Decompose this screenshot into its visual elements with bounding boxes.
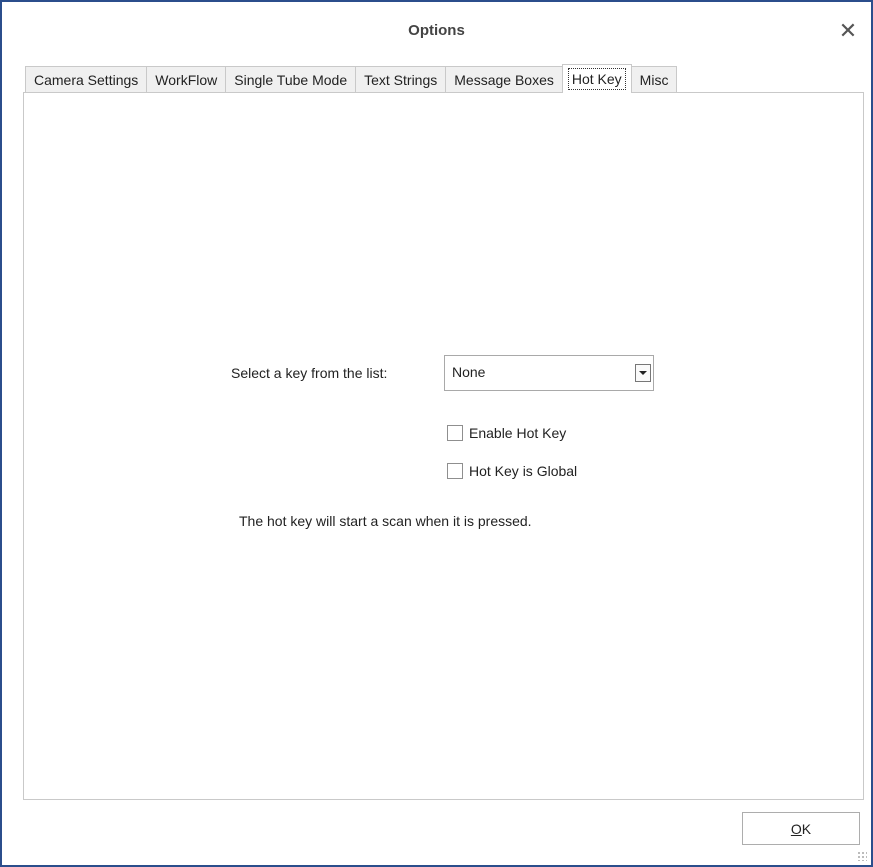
tab-workflow[interactable]: WorkFlow	[146, 66, 227, 93]
title-bar: Options ✕	[2, 2, 871, 60]
tab-message-boxes[interactable]: Message Boxes	[445, 66, 563, 93]
options-dialog: Options ✕ Camera Settings WorkFlow Singl…	[0, 0, 873, 867]
ok-button[interactable]: OK	[742, 812, 860, 845]
hot-key-note: The hot key will start a scan when it is…	[239, 513, 532, 529]
chevron-down-icon[interactable]	[635, 364, 651, 382]
tab-text-strings[interactable]: Text Strings	[355, 66, 447, 93]
tab-single-tube-mode[interactable]: Single Tube Mode	[225, 66, 357, 93]
enable-hot-key-row[interactable]: Enable Hot Key	[447, 425, 566, 441]
resize-grip-icon[interactable]	[857, 851, 867, 861]
hot-key-global-label: Hot Key is Global	[469, 463, 578, 479]
enable-hot-key-checkbox[interactable]	[447, 425, 463, 441]
key-select-value: None	[452, 364, 486, 380]
key-select-dropdown[interactable]: None	[444, 355, 654, 391]
tab-hot-key[interactable]: Hot Key	[561, 64, 632, 93]
ok-mnemonic: O	[790, 820, 802, 837]
window-title: Options	[408, 22, 465, 39]
enable-hot-key-label: Enable Hot Key	[469, 425, 567, 441]
tab-camera-settings[interactable]: Camera Settings	[25, 66, 148, 93]
close-icon[interactable]: ✕	[835, 18, 861, 44]
select-key-label: Select a key from the list:	[231, 365, 388, 381]
hot-key-global-row[interactable]: Hot Key is Global	[447, 463, 577, 479]
ok-label-rest: K	[801, 820, 812, 837]
tab-misc[interactable]: Misc	[630, 66, 678, 93]
hot-key-panel: Select a key from the list: None Enable …	[23, 92, 864, 800]
hot-key-global-checkbox[interactable]	[447, 463, 463, 479]
tab-strip: Camera Settings WorkFlow Single Tube Mod…	[25, 64, 678, 93]
